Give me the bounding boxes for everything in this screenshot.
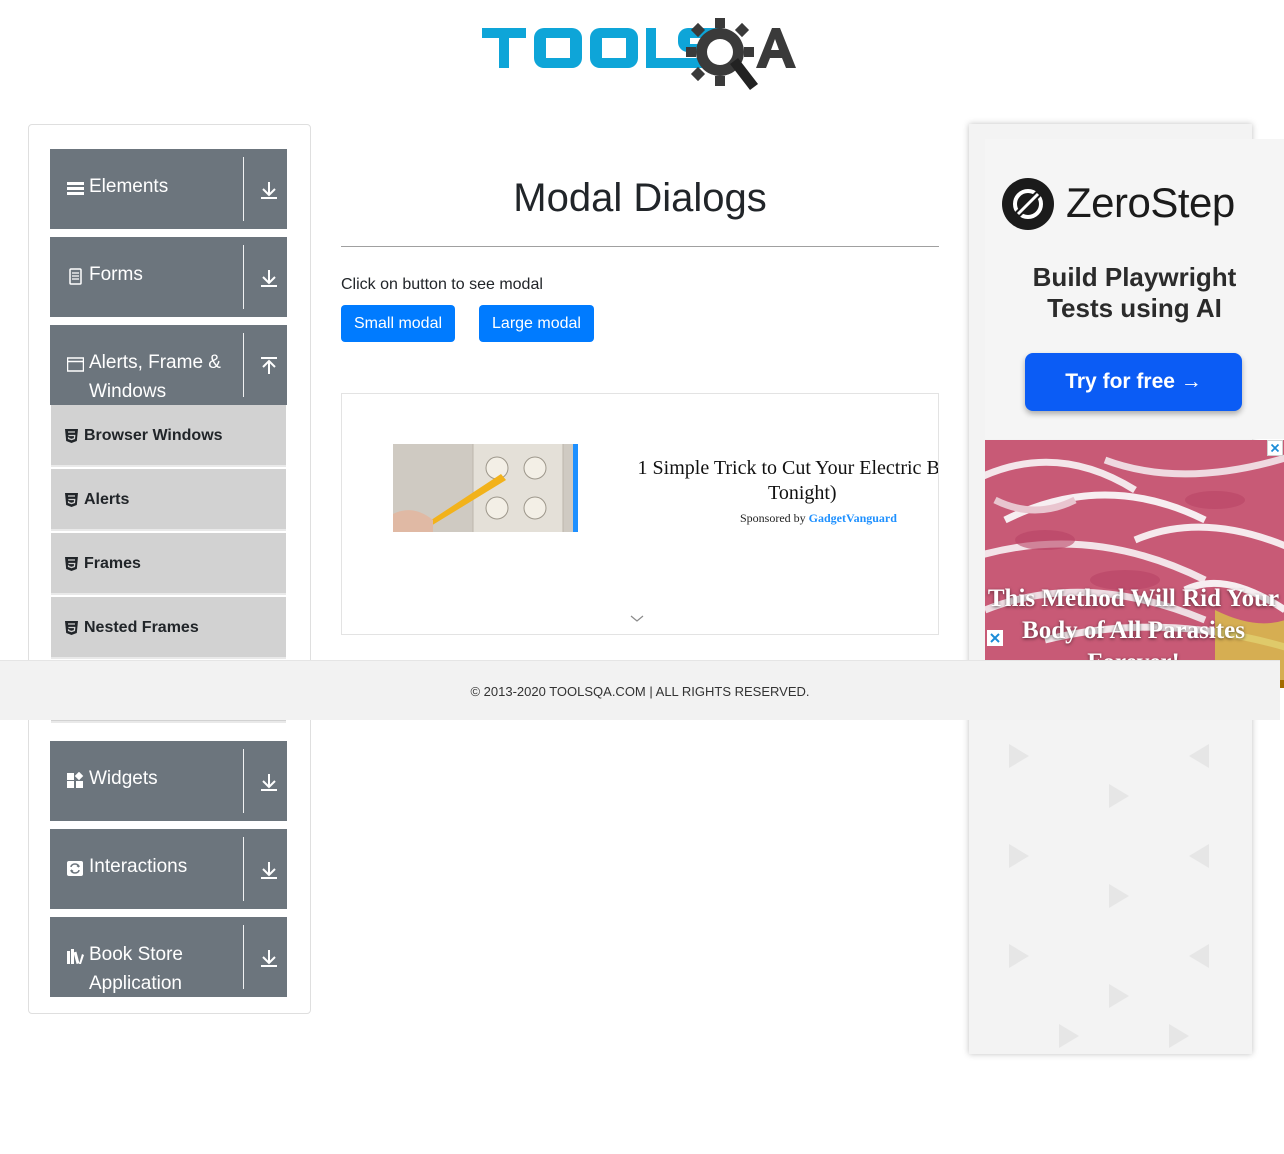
download-icon[interactable] — [258, 267, 280, 289]
divider — [243, 837, 244, 901]
sidebar-group-label: Widgets — [89, 768, 158, 789]
sidebar-item-nested-frames[interactable]: Nested Frames — [51, 597, 286, 659]
footer: © 2013-2020 TOOLSQA.COM | ALL RIGHTS RES… — [0, 660, 1280, 720]
ad-image-outlet[interactable] — [393, 444, 573, 532]
interactions-icon — [67, 861, 83, 876]
divider — [243, 749, 244, 813]
page-title: Modal Dialogs — [513, 176, 767, 220]
large-modal-button[interactable]: Large modal — [479, 305, 594, 342]
close-icon[interactable] — [987, 630, 1003, 646]
divider — [243, 333, 244, 397]
sidebar-item-browser-windows[interactable]: Browser Windows — [51, 405, 286, 467]
ad-sponsor-line: Sponsored by GadgetVanguard — [740, 511, 897, 526]
zerostep-tagline-cont: Tests using AI — [1047, 293, 1222, 323]
sidebar-group-elements[interactable]: Elements — [50, 149, 287, 229]
sidebar-group-forms[interactable]: Forms — [50, 237, 287, 317]
inline-ad[interactable]: 1 Simple Trick to Cut Your Electric Bill… — [341, 393, 939, 635]
hamburger-icon — [67, 182, 84, 195]
onion-ad[interactable]: This Method Will Rid Your Body of All Pa… — [985, 440, 1284, 688]
small-modal-button[interactable]: Small modal — [341, 305, 455, 342]
zerostep-logo-icon — [1002, 178, 1054, 230]
title-divider — [341, 246, 939, 247]
divider — [243, 245, 244, 309]
sidebar: Elements Forms Alerts, Frame & Windows B… — [28, 124, 311, 1014]
sidebar-group-label: Book Store Application — [89, 944, 183, 994]
sidebar-group-alerts-frame-windows[interactable]: Alerts, Frame & Windows — [50, 325, 287, 405]
chevron-down-icon[interactable] — [630, 614, 644, 623]
sidebar-group-interactions[interactable]: Interactions — [50, 829, 287, 909]
html5-icon — [65, 621, 78, 635]
window-icon — [67, 357, 84, 372]
sidebar-group-label: Alerts, Frame & Windows — [89, 352, 221, 402]
widgets-icon — [67, 772, 84, 788]
close-icon[interactable] — [1267, 440, 1283, 456]
modal-prompt-text: Click on button to see modal — [341, 276, 543, 293]
sponsored-by-label: Sponsored by — [740, 511, 806, 525]
sidebar-item-alerts[interactable]: Alerts — [51, 469, 286, 531]
sidebar-item-label: Nested Frames — [84, 619, 199, 636]
books-icon — [67, 949, 84, 965]
page: Elements Forms Alerts, Frame & Windows B… — [0, 0, 1284, 1154]
ad-headline[interactable]: 1 Simple Trick to Cut Your Electric Bill… — [592, 456, 938, 481]
download-icon[interactable] — [258, 771, 280, 793]
sidebar-group-label: Forms — [89, 264, 143, 285]
header — [0, 0, 1284, 100]
download-icon[interactable] — [258, 859, 280, 881]
ad-headline-cont[interactable]: Tonight) — [768, 481, 837, 506]
zerostep-tagline: Build Playwright — [1032, 262, 1237, 292]
sidebar-item-label: Browser Windows — [84, 427, 223, 444]
try-for-free-button[interactable]: Try for free → — [1025, 353, 1242, 411]
sidebar-item-frames[interactable]: Frames — [51, 533, 286, 595]
sponsor-link[interactable]: GadgetVanguard — [809, 511, 897, 525]
toolsqa-logo[interactable] — [480, 14, 804, 92]
download-icon[interactable] — [258, 179, 280, 201]
divider — [243, 925, 244, 989]
html5-icon — [65, 429, 78, 443]
copyright-text: © 2013-2020 TOOLSQA.COM | ALL RIGHTS RES… — [470, 684, 810, 699]
html5-icon — [65, 557, 78, 571]
html5-icon — [65, 493, 78, 507]
upload-icon[interactable] — [258, 355, 280, 377]
zerostep-brand: ZeroStep — [1066, 179, 1235, 226]
sidebar-group-widgets[interactable]: Widgets — [50, 741, 287, 821]
zerostep-ad[interactable]: ZeroStep Build Playwright Tests using AI… — [985, 139, 1284, 439]
download-icon[interactable] — [258, 947, 280, 969]
divider — [243, 157, 244, 221]
sidebar-group-book-store[interactable]: Book Store Application — [50, 917, 287, 997]
document-icon — [69, 268, 82, 285]
sidebar-item-label: Frames — [84, 555, 141, 572]
sidebar-group-label: Interactions — [89, 856, 188, 877]
sidebar-item-label: Alerts — [84, 491, 130, 508]
sidebar-group-label: Elements — [89, 176, 169, 197]
ad-accent-bar — [573, 444, 578, 532]
